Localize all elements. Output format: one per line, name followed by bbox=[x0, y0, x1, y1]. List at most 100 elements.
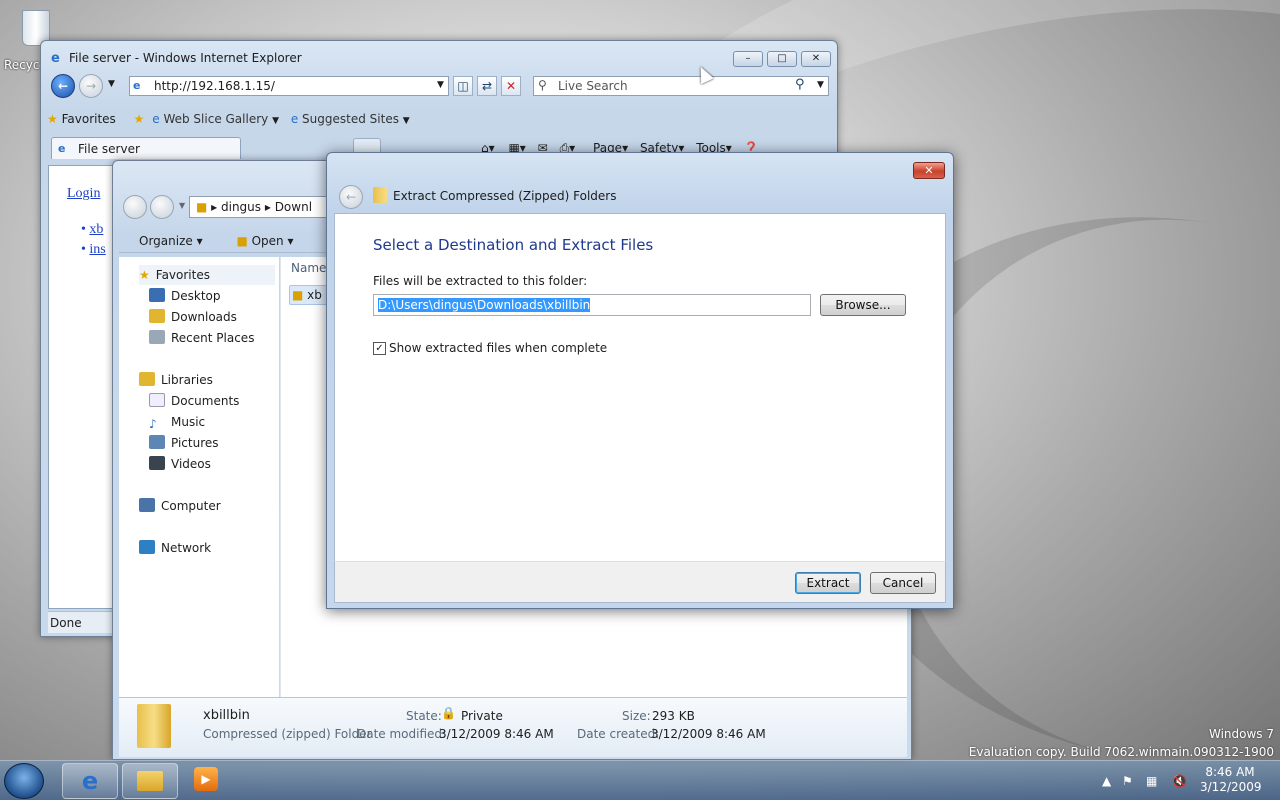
show-files-label: Show extracted files when complete bbox=[389, 341, 608, 355]
favorites-bar: ★ Favorites ★ e Web Slice Gallery ▼ e Su… bbox=[47, 108, 833, 130]
web-slice-gallery-link[interactable]: Web Slice Gallery bbox=[163, 112, 268, 126]
action-center-flag-icon[interactable]: ⚑ bbox=[1122, 761, 1133, 800]
open-button[interactable]: Open ▾ bbox=[252, 234, 294, 248]
web-slice-dropdown[interactable]: ▼ bbox=[272, 116, 279, 126]
open-icon: ■ bbox=[236, 234, 248, 248]
show-hidden-icons[interactable]: ▲ bbox=[1102, 761, 1111, 800]
videos-icon bbox=[149, 456, 165, 470]
start-button[interactable] bbox=[4, 763, 44, 799]
nav-recent-places[interactable]: Recent Places bbox=[149, 328, 254, 348]
media-player-icon: ▶ bbox=[194, 767, 218, 791]
volume-muted-icon[interactable]: 🔇 bbox=[1172, 761, 1187, 800]
address-bar[interactable]: http://192.168.1.15/ bbox=[129, 76, 449, 96]
page-icon: e bbox=[133, 79, 141, 92]
destination-path-input[interactable]: D:\Users\dingus\Downloads\xbillbin bbox=[373, 294, 811, 316]
nav-music[interactable]: ♪ Music bbox=[149, 412, 205, 432]
details-type: Compressed (zipped) Folder bbox=[203, 727, 372, 741]
zip-folder-icon bbox=[373, 187, 387, 203]
clock-time: 8:46 AM bbox=[1205, 765, 1255, 779]
explorer-back-button[interactable] bbox=[123, 195, 147, 219]
extract-button[interactable]: Extract bbox=[795, 572, 861, 594]
address-dropdown[interactable]: ▼ bbox=[437, 80, 444, 90]
login-link[interactable]: Login bbox=[67, 186, 100, 202]
suggested-sites-link[interactable]: Suggested Sites bbox=[302, 112, 399, 126]
breadcrumb-downloads[interactable]: Downl bbox=[275, 200, 312, 214]
libraries-icon bbox=[139, 372, 155, 386]
maximize-button[interactable]: □ bbox=[767, 51, 797, 67]
ie-logo-icon: e bbox=[51, 51, 60, 66]
search-options-dropdown[interactable]: ▼ bbox=[817, 80, 824, 90]
favorites-button[interactable]: Favorites bbox=[62, 112, 116, 126]
pictures-icon bbox=[149, 435, 165, 449]
zip-folder-large-icon bbox=[137, 704, 171, 748]
refresh-icon[interactable]: ⇄ bbox=[477, 76, 497, 96]
tab-file-server[interactable]: e File server bbox=[51, 137, 241, 159]
dialog-body: Select a Destination and Extract Files F… bbox=[334, 213, 946, 562]
folder-icon: ■ bbox=[196, 200, 208, 214]
browse-button[interactable]: Browse... bbox=[820, 294, 906, 316]
dialog-heading: Select a Destination and Extract Files bbox=[373, 236, 654, 254]
column-header-name[interactable]: Name bbox=[291, 261, 326, 275]
suggested-sites-icon: e bbox=[290, 112, 299, 126]
zip-folder-icon: ■ bbox=[292, 288, 304, 302]
nav-pictures[interactable]: Pictures bbox=[149, 433, 219, 453]
add-favorite-icon[interactable]: ★ bbox=[134, 112, 145, 126]
dialog-title: Extract Compressed (Zipped) Folders bbox=[393, 189, 617, 203]
taskbar-ie-button[interactable]: e bbox=[62, 763, 118, 799]
nav-computer[interactable]: Computer bbox=[139, 496, 221, 516]
web-slice-icon: e bbox=[152, 112, 160, 126]
network-tray-icon[interactable]: ▦ bbox=[1146, 761, 1157, 800]
cancel-button[interactable]: Cancel bbox=[870, 572, 936, 594]
stop-icon[interactable]: ✕ bbox=[501, 76, 521, 96]
link-item[interactable]: • xb bbox=[81, 222, 103, 238]
nav-desktop[interactable]: Desktop bbox=[149, 286, 221, 306]
clock-date: 3/12/2009 bbox=[1200, 780, 1262, 794]
music-icon: ♪ bbox=[149, 417, 157, 431]
recent-places-icon bbox=[149, 330, 165, 344]
suggested-sites-dropdown[interactable]: ▼ bbox=[403, 116, 410, 126]
taskbar-explorer-button[interactable] bbox=[122, 763, 178, 799]
watermark-edition: Windows 7 bbox=[1208, 727, 1274, 741]
breadcrumb-dingus[interactable]: dingus bbox=[221, 200, 261, 214]
modified-value: 3/12/2009 8:46 AM bbox=[439, 727, 554, 741]
close-button[interactable]: ✕ bbox=[801, 51, 831, 67]
ie-title: File server - Windows Internet Explorer bbox=[69, 51, 302, 65]
nav-downloads[interactable]: Downloads bbox=[149, 307, 237, 327]
minimize-button[interactable]: – bbox=[733, 51, 763, 67]
state-label: State: bbox=[406, 709, 442, 723]
explorer-forward-button[interactable] bbox=[150, 195, 174, 219]
tab-label: File server bbox=[78, 142, 140, 156]
nav-favorites[interactable]: ★ Favorites bbox=[139, 265, 275, 285]
modified-label: Date modified: bbox=[357, 727, 447, 741]
watermark-build: Evaluation copy. Build 7062.winmain.0903… bbox=[968, 745, 1274, 759]
details-name: xbillbin bbox=[203, 708, 250, 723]
nav-documents[interactable]: Documents bbox=[149, 391, 239, 411]
search-input[interactable]: Live Search bbox=[533, 76, 829, 96]
back-button[interactable]: ← bbox=[51, 74, 75, 98]
nav-videos[interactable]: Videos bbox=[149, 454, 211, 474]
forward-button[interactable]: → bbox=[79, 74, 103, 98]
search-icon[interactable]: ⚲ bbox=[795, 77, 805, 92]
dialog-back-button[interactable]: ← bbox=[339, 185, 363, 209]
dialog-close-button[interactable]: ✕ bbox=[913, 162, 945, 179]
taskbar-media-player-button[interactable]: ▶ bbox=[194, 767, 224, 795]
desktop-icon bbox=[149, 288, 165, 302]
network-icon bbox=[139, 540, 155, 554]
explorer-history-dropdown[interactable]: ▼ bbox=[179, 201, 185, 210]
compat-view-icon[interactable]: ◫ bbox=[453, 76, 473, 96]
dialog-footer: Extract Cancel bbox=[334, 561, 946, 603]
lock-icon: 🔒 bbox=[441, 706, 456, 720]
created-value: 3/12/2009 8:46 AM bbox=[651, 727, 766, 741]
link-item[interactable]: • ins bbox=[81, 242, 106, 258]
nav-libraries[interactable]: Libraries bbox=[139, 370, 213, 390]
extract-dialog: ✕ ← Extract Compressed (Zipped) Folders … bbox=[326, 152, 954, 609]
favorites-star-icon: ★ bbox=[47, 112, 58, 126]
explorer-taskbar-icon bbox=[137, 771, 163, 791]
taskbar: e ▶ ▲ ⚑ ▦ 🔇 8:46 AM 3/12/2009 bbox=[0, 760, 1280, 800]
recent-pages-dropdown[interactable]: ▼ bbox=[108, 79, 115, 89]
destination-label: Files will be extracted to this folder: bbox=[373, 274, 588, 288]
organize-button[interactable]: Organize ▾ bbox=[139, 234, 203, 248]
clock[interactable]: 8:46 AM 3/12/2009 bbox=[1200, 765, 1262, 800]
nav-network[interactable]: Network bbox=[139, 538, 211, 558]
show-files-checkbox[interactable]: ✓ bbox=[373, 342, 386, 355]
